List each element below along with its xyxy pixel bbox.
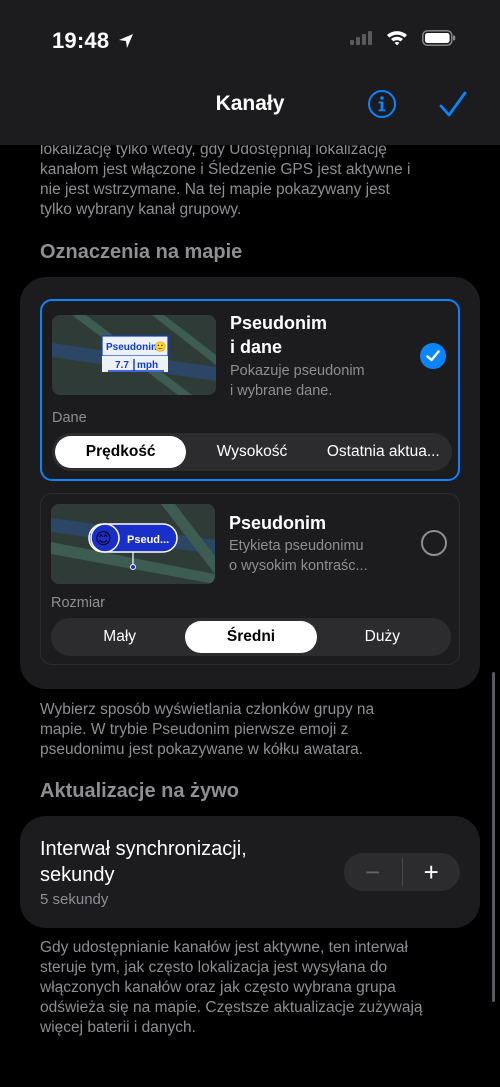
scroll-content[interactable]: lokalizację tylko wtedy, gdy Udostępniaj… — [0, 0, 500, 1087]
segment-altitude[interactable]: Wysokość — [186, 436, 317, 468]
sync-interval-stepper[interactable]: − + — [344, 853, 460, 891]
sync-interval-title: Interwał synchronizacji, sekundy — [40, 836, 247, 888]
battery-icon — [422, 30, 456, 46]
map-labels-card: Pseudonim 🙂 7.7 mph Pseudonim i dane Pok… — [20, 277, 480, 689]
page-title: Kanały — [215, 92, 285, 115]
preview-thumbnail-nickname: 😊 Pseud... — [51, 504, 215, 584]
option-subtitle-line: Pokazuje pseudonim — [230, 363, 365, 379]
preview-thumbnail-nickname-data: Pseudonim 🙂 7.7 mph — [52, 315, 216, 395]
option-title-line: Pseudonim — [230, 313, 328, 333]
data-label: Dane — [52, 410, 87, 426]
checkmark-icon — [439, 91, 467, 117]
option-subtitle: Pokazuje pseudonim i wybrane dane. — [230, 362, 405, 401]
location-arrow-icon — [118, 34, 133, 48]
navigation-bar: 19:48 Kanały — [0, 0, 500, 145]
size-segmented-control[interactable]: Mały Średni Duży — [51, 618, 451, 656]
status-icons — [350, 30, 456, 46]
option-subtitle-line: i wybrane dane. — [230, 382, 333, 399]
option-subtitle: Etykieta pseudonimu o wysokim kontraśc..… — [229, 537, 404, 576]
live-updates-footer: Gdy udostępnianie kanałów jest aktywne, … — [40, 938, 460, 1038]
footer-line: mapie. W trybie Pseudonim pierwsze emoji… — [40, 721, 349, 738]
footer-line: steruje tym, jak często lokalizacja jest… — [40, 959, 388, 976]
data-segmented-control[interactable]: Prędkość Wysokość Ostatnia aktua... — [52, 433, 452, 471]
option-title: Pseudonim — [229, 513, 327, 533]
segment-small[interactable]: Mały — [54, 621, 185, 653]
option-subtitle-line: o wysokim kontraśc... — [229, 557, 368, 574]
section-header-live-updates: Aktualizacje na żywo — [40, 780, 239, 802]
thumb-emoji: 🙂 — [154, 341, 166, 353]
option-nickname-and-data[interactable]: Pseudonim 🙂 7.7 mph Pseudonim i dane Pok… — [40, 299, 460, 481]
increment-button[interactable]: + — [403, 853, 461, 891]
unselected-radio-icon[interactable] — [421, 530, 447, 556]
segment-medium[interactable]: Średni — [185, 621, 317, 653]
segment-large[interactable]: Duży — [317, 621, 448, 653]
sync-interval-value: 5 sekundy — [40, 891, 109, 908]
footer-line: Wybierz sposób wyświetlania członków gru… — [40, 701, 375, 718]
thumb-value-text: 7.7 — [115, 360, 129, 371]
thumb-unit-text: mph — [137, 360, 158, 371]
decrement-button[interactable]: − — [344, 853, 402, 891]
segment-speed[interactable]: Prędkość — [55, 436, 187, 468]
map-labels-footer: Wybierz sposób wyświetlania członków gru… — [40, 700, 460, 760]
intro-line: kanałom jest włączone i Śledzenie GPS je… — [40, 161, 411, 178]
intro-line: tylko wybrany kanał grupowy. — [40, 201, 242, 218]
footer-line: pseudonimu jest pokazywane w kółku awata… — [40, 741, 364, 758]
size-label: Rozmiar — [51, 595, 105, 611]
sync-interval-title-line: Interwał synchronizacji, — [40, 838, 247, 860]
status-time: 19:48 — [52, 28, 134, 54]
option-title: Pseudonim i dane — [230, 311, 410, 359]
sync-interval-title-line: sekundy — [40, 864, 115, 886]
map-preview-icon: Pseudonim 🙂 7.7 mph — [52, 315, 216, 395]
info-icon — [368, 90, 396, 118]
map-preview-icon: 😊 Pseud... — [51, 504, 215, 584]
option-nickname[interactable]: 😊 Pseud... Pseudonim Etykieta pseudonimu… — [40, 493, 460, 665]
option-subtitle-line: Etykieta pseudonimu — [229, 538, 364, 554]
option-title-line: i dane — [230, 337, 283, 357]
sync-interval-card: Interwał synchronizacji, sekundy 5 sekun… — [20, 816, 480, 928]
info-button[interactable] — [366, 88, 398, 120]
scrollbar[interactable] — [492, 672, 495, 1002]
selected-checkmark-icon[interactable] — [420, 343, 446, 369]
footer-line: włączonych kanałów oraz jak często wybra… — [40, 979, 396, 996]
intro-line: nie jest wstrzymane. Na tej mapie pokazy… — [40, 181, 390, 198]
intro-text: lokalizację tylko wtedy, gdy Udostępniaj… — [40, 140, 460, 220]
footer-line: Gdy udostępnianie kanałów jest aktywne, … — [40, 939, 408, 956]
done-button[interactable] — [437, 88, 469, 120]
footer-line: więcej baterii i danych. — [40, 1019, 196, 1036]
wifi-icon — [387, 31, 407, 46]
thumb-emoji: 😊 — [95, 531, 112, 548]
cellular-signal-icon — [350, 31, 372, 45]
segment-last-update[interactable]: Ostatnia aktua... — [318, 436, 449, 468]
section-header-map-labels: Oznaczenia na mapie — [40, 241, 243, 263]
thumb-nick-text: Pseud... — [127, 534, 169, 546]
footer-line: odświeża się na mapie. Częstsze aktualiz… — [40, 999, 423, 1016]
thumb-nick-text: Pseudonim — [106, 342, 160, 353]
